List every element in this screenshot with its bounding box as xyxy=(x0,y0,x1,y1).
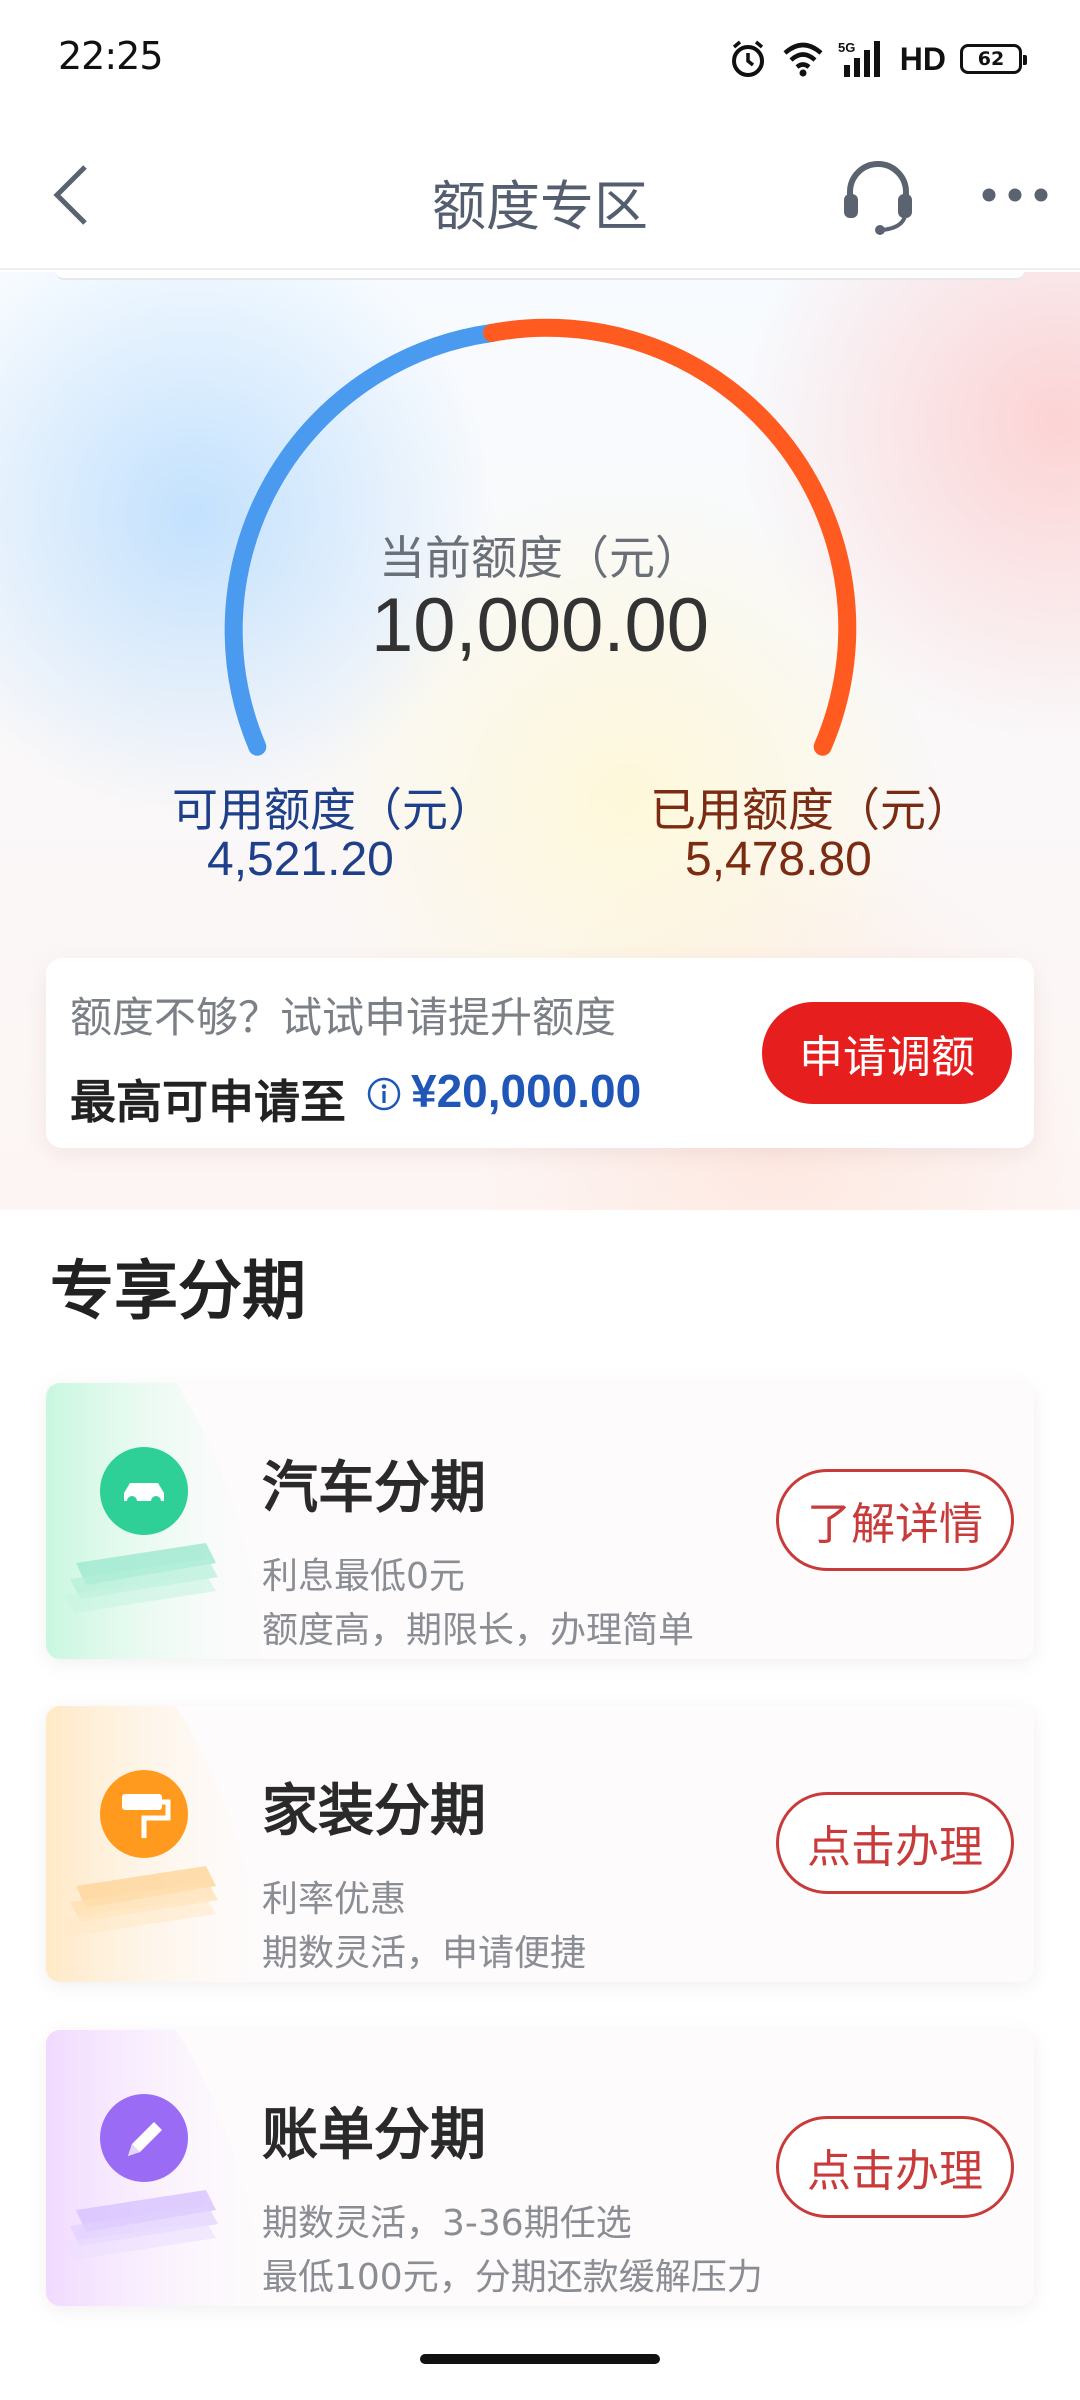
section-title: 专享分期 xyxy=(50,1255,306,1329)
apply-now-button[interactable]: 点击办理 xyxy=(776,1792,1014,1894)
more-dots-icon xyxy=(982,188,1048,202)
plan-card-car[interactable]: 汽车分期 利息最低0元 额度高，期限长，办理简单 了解详情 xyxy=(46,1383,1034,1659)
quota-panel: 当前额度（元） 10,000.00 可用额度（元） 4,521.20 已用额度（… xyxy=(0,272,1080,1210)
used-quota-label: 已用额度（元） xyxy=(650,783,972,837)
max-apply-label: 最高可申请至 xyxy=(70,1075,346,1129)
battery-icon: 62 xyxy=(960,44,1027,74)
nav-bar: 额度专区 xyxy=(0,120,1080,270)
alarm-icon xyxy=(728,39,768,79)
plan-feature: 利率优惠 xyxy=(262,1879,407,1920)
available-quota-label: 可用额度（元） xyxy=(172,783,494,837)
plan-card-bill[interactable]: 账单分期 期数灵活，3-36期任选 最低100元，分期还款缓解压力 点击办理 xyxy=(46,2030,1034,2306)
paint-roller-icon xyxy=(64,1770,218,1936)
learn-more-button[interactable]: 了解详情 xyxy=(776,1469,1014,1571)
status-time: 22:25 xyxy=(58,34,164,78)
info-icon[interactable] xyxy=(366,1076,402,1112)
more-button[interactable] xyxy=(980,170,1050,220)
hd-label: HD xyxy=(899,40,946,77)
plan-title: 账单分期 xyxy=(262,2103,486,2168)
signal-icon: 5G xyxy=(838,39,886,79)
current-quota-value: 10,000.00 xyxy=(370,583,710,668)
current-quota-label: 当前额度（元） xyxy=(379,531,701,585)
plan-description: 最低100元，分期还款缓解压力 xyxy=(262,2257,763,2298)
apply-raise-button[interactable]: 申请调额 xyxy=(762,1002,1012,1104)
network-type-label: 5G xyxy=(838,40,855,55)
plan-description: 额度高，期限长，办理简单 xyxy=(262,1610,695,1651)
wifi-icon xyxy=(782,41,824,77)
plan-title: 汽车分期 xyxy=(262,1456,486,1521)
plan-title: 家装分期 xyxy=(262,1779,486,1844)
car-icon xyxy=(64,1447,218,1613)
home-indicator[interactable] xyxy=(420,2354,660,2364)
plan-description: 期数灵活，申请便捷 xyxy=(262,1933,587,1974)
status-icons: 5G HD 62 xyxy=(728,36,1027,82)
max-apply-amount: ¥20,000.00 xyxy=(411,1065,642,1117)
plan-feature: 利息最低0元 xyxy=(262,1556,465,1597)
available-quota-value: 4,521.20 xyxy=(207,833,394,886)
pencil-icon xyxy=(64,2094,218,2260)
apply-now-button[interactable]: 点击办理 xyxy=(776,2116,1014,2218)
plan-card-home-decor[interactable]: 家装分期 利率优惠 期数灵活，申请便捷 点击办理 xyxy=(46,1706,1034,1982)
status-bar: 22:25 5G HD 62 xyxy=(0,0,1080,120)
used-quota-value: 5,478.80 xyxy=(685,833,872,886)
page-title: 额度专区 xyxy=(432,175,648,238)
raise-quota-hint: 额度不够？试试申请提升额度 xyxy=(70,993,617,1042)
customer-service-button[interactable] xyxy=(838,156,918,236)
headset-icon xyxy=(844,161,912,235)
battery-level: 62 xyxy=(977,48,1005,70)
raise-quota-card: 额度不够？试试申请提升额度 最高可申请至 ¥20,000.00 申请调额 xyxy=(46,958,1034,1148)
plan-feature: 期数灵活，3-36期任选 xyxy=(262,2203,632,2244)
